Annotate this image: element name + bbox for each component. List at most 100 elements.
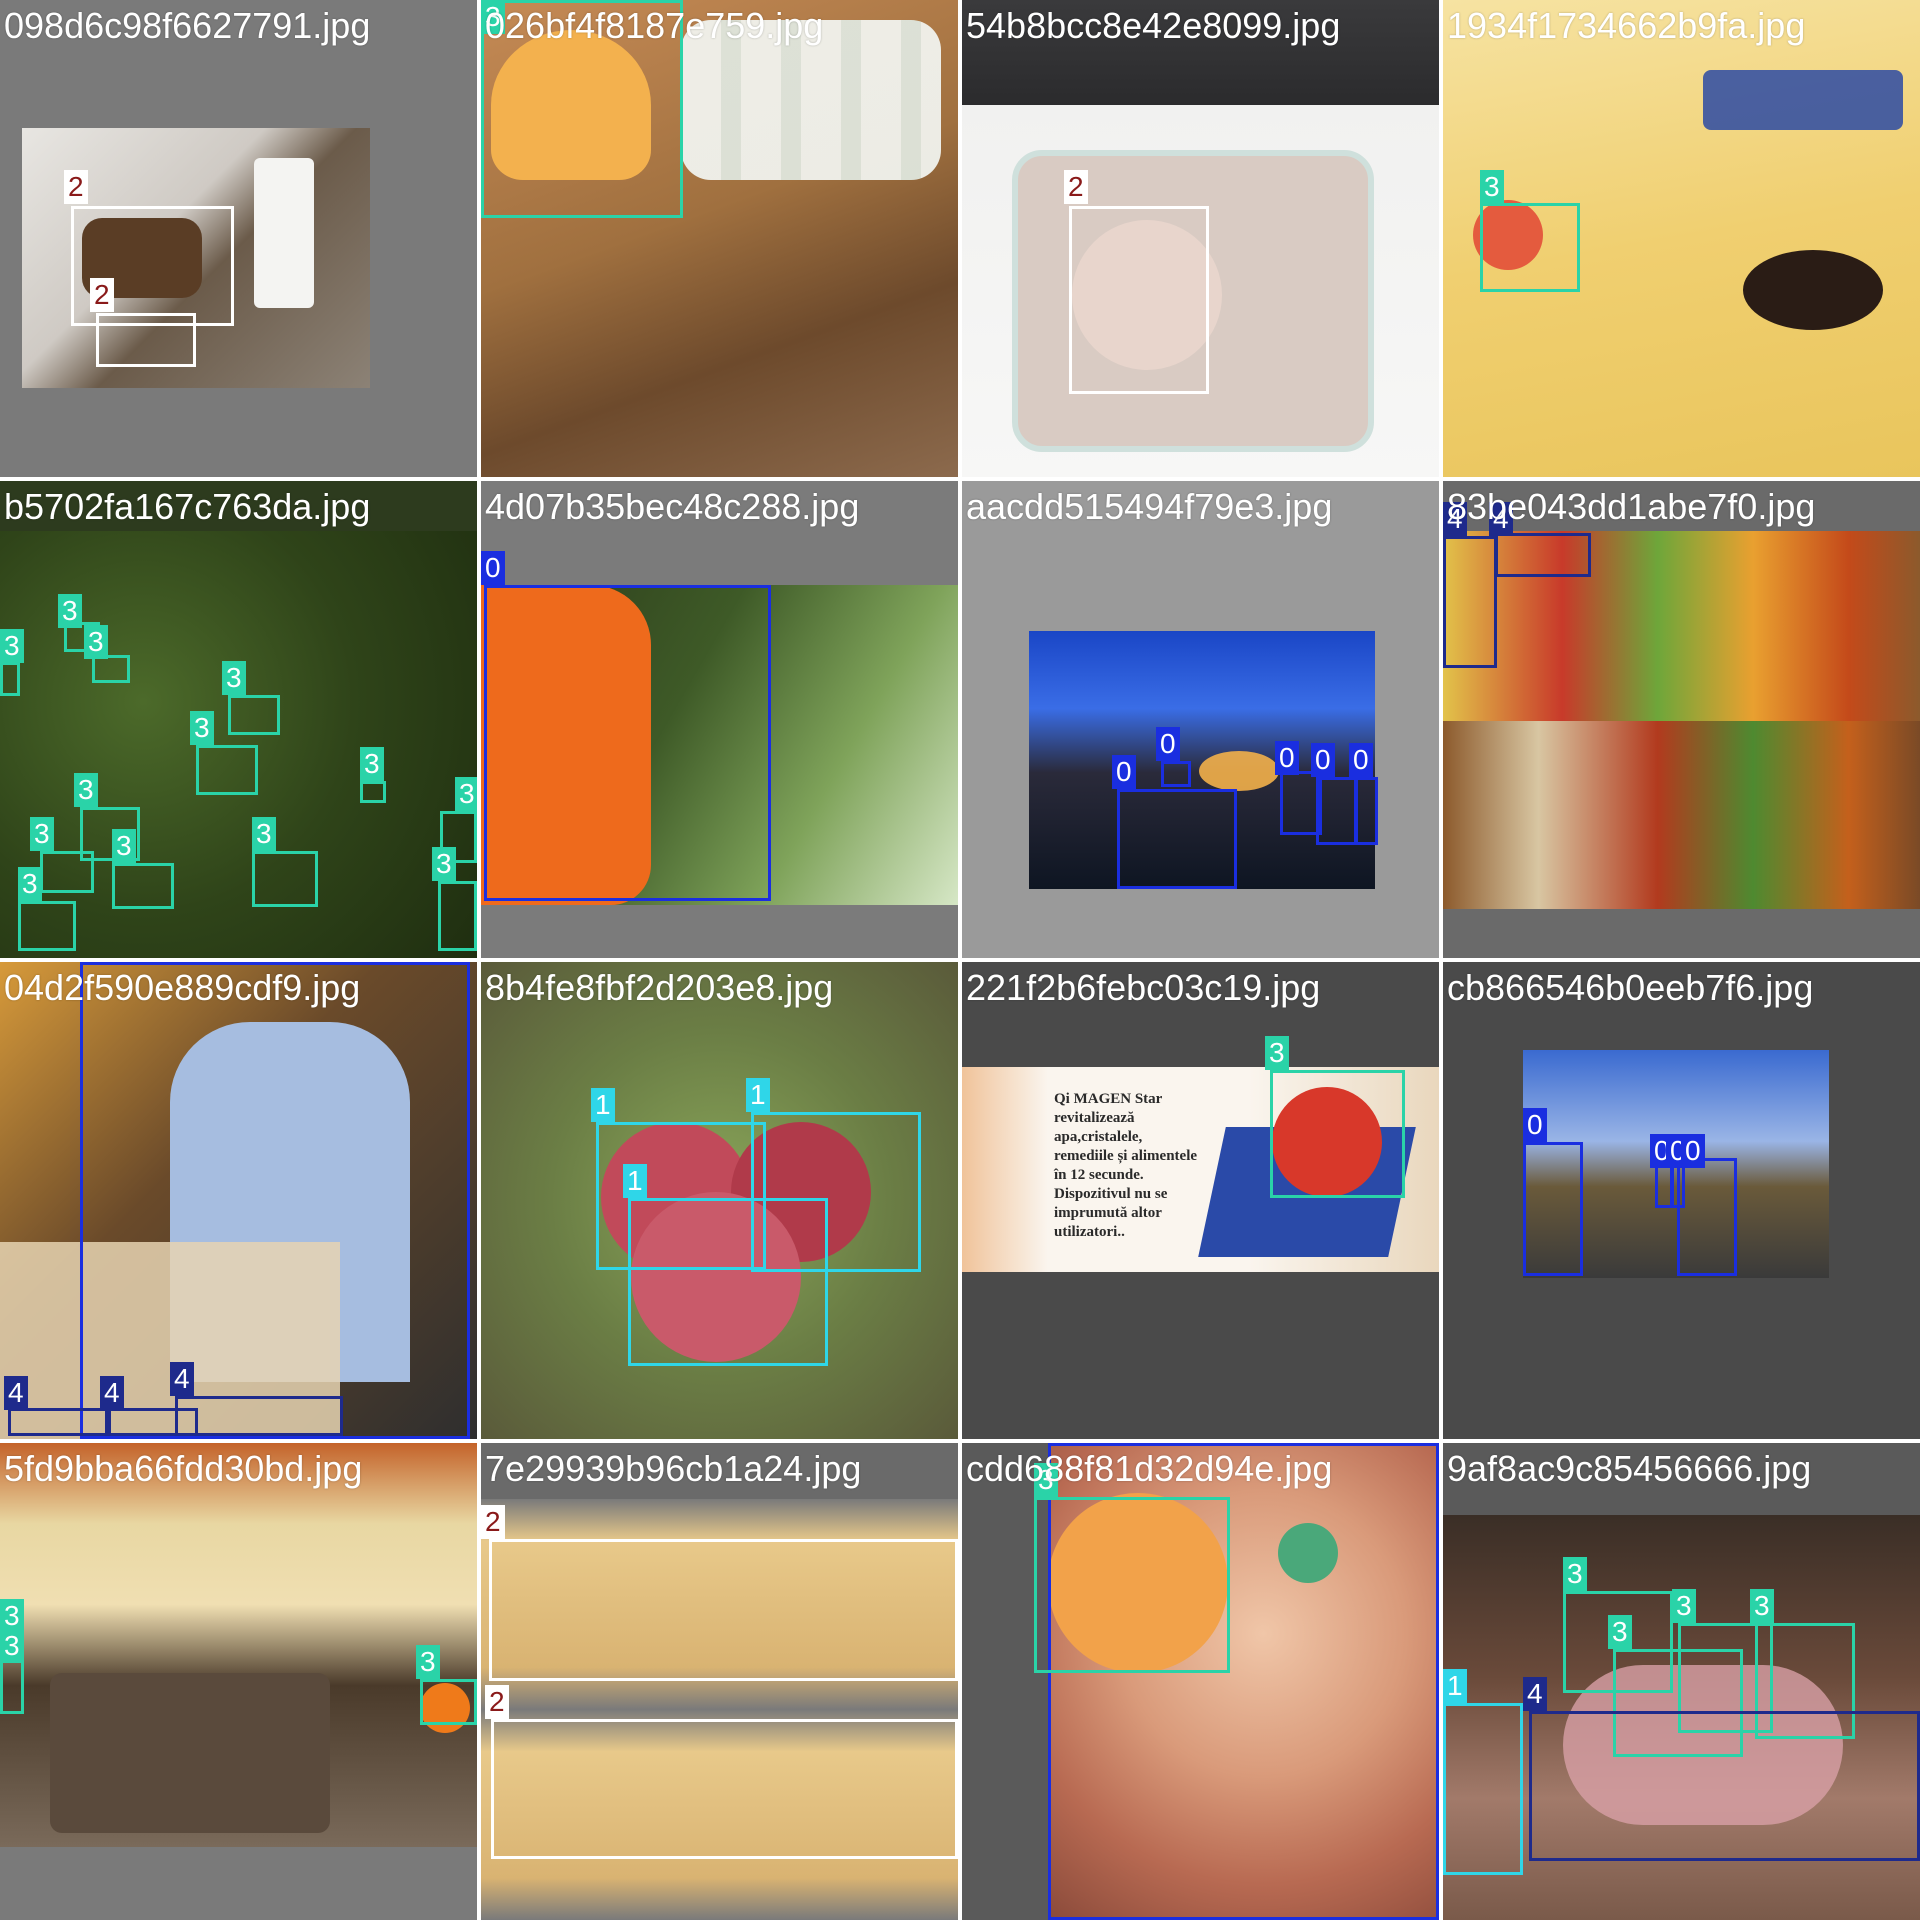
bbox-label: 2	[90, 278, 114, 312]
tile: 0 4 4 4 04d2f590e889cdf9.jpg	[0, 962, 477, 1439]
bbox-label: 3	[0, 629, 24, 663]
tile-filename: 1934f1734662b9fa.jpg	[1447, 5, 1806, 46]
bbox-class-0	[1677, 1158, 1737, 1276]
bbox-class-3	[228, 695, 280, 735]
bbox-class-0	[484, 585, 771, 901]
bbox-class-3	[1034, 1497, 1230, 1673]
bbox-label: 0	[1275, 741, 1299, 775]
tile: Qi MAGEN Star revitalizează apa,cristale…	[962, 962, 1439, 1439]
bbox-label: 3	[58, 594, 82, 628]
bbox-label: 3	[112, 829, 136, 863]
bbox-label: 2	[64, 170, 88, 204]
bbox-label: 3	[0, 1599, 24, 1633]
bbox-label: 2	[1064, 170, 1088, 204]
bbox-class-3	[40, 851, 94, 893]
bbox-label: 4	[4, 1376, 28, 1410]
tile: 4 4 83be043dd1abe7f0.jpg	[1443, 481, 1920, 958]
tile-filename: cb866546b0eeb7f6.jpg	[1447, 967, 1814, 1008]
tile: 3 1934f1734662b9fa.jpg	[1443, 0, 1920, 477]
bbox-class-4	[1529, 1711, 1920, 1861]
bbox-class-0	[80, 962, 470, 1439]
bbox-label: 0	[1311, 743, 1335, 777]
tile-filename: aacdd515494f79e3.jpg	[966, 486, 1333, 527]
bbox-label: 3	[455, 777, 477, 811]
tile: 3 026bf4f8187e759.jpg	[481, 0, 958, 477]
bbox-label: 3	[1672, 1589, 1696, 1623]
bbox-class-3	[438, 881, 477, 951]
bbox-class-1	[1443, 1703, 1523, 1875]
bbox-label: 0	[1156, 727, 1180, 761]
tile-filename: 7e29939b96cb1a24.jpg	[485, 1448, 862, 1489]
tile: 0 4d07b35bec48c288.jpg	[481, 481, 958, 958]
bbox-class-4	[175, 1396, 343, 1436]
tile: 1 1 1 8b4fe8fbf2d203e8.jpg	[481, 962, 958, 1439]
bbox-label: 4	[170, 1362, 194, 1396]
bbox-class-2	[491, 1719, 958, 1859]
tile: 2 2 098d6c98f6627791.jpg	[0, 0, 477, 477]
bbox-label: 3	[1563, 1557, 1587, 1591]
bbox-class-3	[1270, 1070, 1405, 1198]
bbox-label: 0	[1523, 1108, 1547, 1142]
tile: 3 3 3 3 3 3 3 3 3 3 3 3 3 b5702fa167c763…	[0, 481, 477, 958]
bbox-label: 3	[1750, 1589, 1774, 1623]
tile-filename: 221f2b6febc03c19.jpg	[966, 967, 1321, 1008]
bbox-label: 0	[481, 551, 505, 585]
tile-filename: 83be043dd1abe7f0.jpg	[1447, 486, 1816, 527]
bbox-label: 2	[485, 1685, 509, 1719]
bbox-class-3	[112, 863, 174, 909]
bbox-label: 4	[100, 1376, 124, 1410]
bbox-label: 3	[1265, 1036, 1289, 1070]
bbox-class-3	[92, 655, 130, 683]
bbox-label: 3	[0, 1629, 24, 1663]
bbox-label: 4	[1523, 1677, 1547, 1711]
bbox-class-3	[420, 1679, 477, 1725]
bbox-class-0	[1316, 777, 1358, 845]
tile: 0 0 0 0 cb866546b0eeb7f6.jpg	[1443, 962, 1920, 1439]
tile: 2 54b8bcc8e42e8099.jpg	[962, 0, 1439, 477]
tile: 3 3 3 5fd9bba66fdd30bd.jpg	[0, 1443, 477, 1920]
bbox-class-2	[96, 313, 196, 367]
tile-filename: 8b4fe8fbf2d203e8.jpg	[485, 967, 834, 1008]
bbox-class-1	[628, 1198, 828, 1366]
tile: 2 2 7e29939b96cb1a24.jpg	[481, 1443, 958, 1920]
bbox-label: 3	[222, 661, 246, 695]
tile: 0 0 0 0 0 aacdd515494f79e3.jpg	[962, 481, 1439, 958]
bbox-class-2	[1069, 206, 1209, 394]
bbox-class-3	[196, 745, 258, 795]
tile-filename: cdd688f81d32d94e.jpg	[966, 1448, 1333, 1489]
tile-filename: b5702fa167c763da.jpg	[4, 486, 371, 527]
bbox-label: 1	[1443, 1669, 1467, 1703]
bbox-class-3	[252, 851, 318, 907]
bbox-label: 3	[432, 847, 456, 881]
bbox-class-0	[1117, 789, 1237, 889]
bbox-class-0	[1523, 1142, 1583, 1276]
tile: 0 3 cdd688f81d32d94e.jpg	[962, 1443, 1439, 1920]
bbox-label: 3	[190, 711, 214, 745]
bbox-label: 0	[1349, 743, 1373, 777]
bbox-class-3	[0, 662, 20, 696]
tile-filename: 4d07b35bec48c288.jpg	[485, 486, 860, 527]
bbox-class-2	[489, 1539, 958, 1681]
tile-photo	[0, 1443, 477, 1847]
bbox-label: 3	[30, 817, 54, 851]
bbox-label: 3	[1480, 170, 1504, 204]
tile-filename: 54b8bcc8e42e8099.jpg	[966, 5, 1341, 46]
tile-photo	[1443, 531, 1920, 909]
bbox-class-4	[8, 1408, 108, 1436]
bbox-label: 3	[252, 817, 276, 851]
tile-filename: 5fd9bba66fdd30bd.jpg	[4, 1448, 363, 1489]
bbox-class-3	[1480, 203, 1580, 292]
bbox-class-4	[1495, 533, 1591, 577]
bbox-label: 3	[74, 773, 98, 807]
tile-filename: 026bf4f8187e759.jpg	[485, 5, 824, 46]
bbox-label: 0	[1681, 1134, 1705, 1168]
bbox-label: 3	[84, 625, 108, 659]
bbox-class-4	[1443, 536, 1497, 668]
bbox-label: 1	[746, 1078, 770, 1112]
bbox-label: 3	[416, 1645, 440, 1679]
bbox-class-0	[1354, 777, 1378, 845]
bbox-label: 1	[591, 1088, 615, 1122]
bbox-label: 3	[360, 747, 384, 781]
bbox-class-3	[360, 781, 386, 803]
bbox-label: 3	[1608, 1615, 1632, 1649]
